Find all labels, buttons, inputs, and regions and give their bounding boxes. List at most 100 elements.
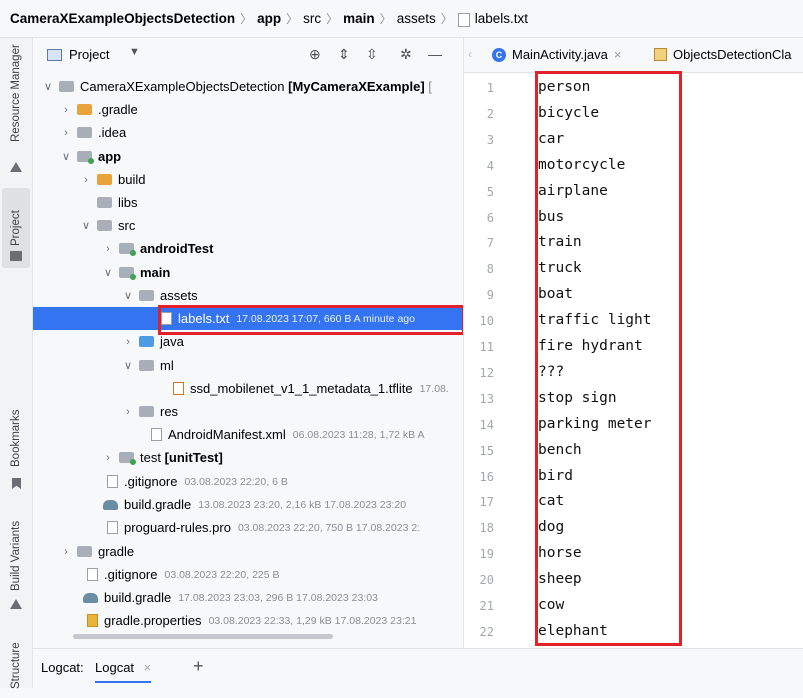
tree-item-gradle[interactable]: › gradle — [33, 540, 463, 563]
tab-logcat[interactable]: Logcat × — [95, 660, 152, 683]
breadcrumb-assets[interactable]: assets — [397, 11, 436, 26]
collapse-all-icon[interactable]: ⇳ — [366, 46, 378, 63]
tab-mainactivity[interactable]: C MainActivity.java × — [492, 47, 621, 62]
chevron-right-icon[interactable]: › — [121, 336, 135, 348]
breadcrumb-app[interactable]: app — [257, 11, 281, 26]
chevron-right-icon: 〉 — [440, 12, 453, 26]
gitignore-file-icon — [87, 568, 98, 581]
tree-item-label: androidTest — [140, 241, 214, 256]
resource-manager-tab[interactable]: Resource Manager — [2, 43, 30, 143]
line-number: 6 — [486, 210, 494, 225]
chevron-down-icon[interactable]: ∨ — [101, 266, 115, 279]
source-folder-icon — [119, 452, 136, 465]
tree-item-idea[interactable]: › .idea — [33, 121, 463, 144]
chevron-down-icon[interactable]: ∨ — [121, 289, 135, 302]
tab-objectsdetection[interactable]: ObjectsDetectionCla — [654, 47, 792, 62]
chevron-right-icon[interactable]: › — [59, 104, 73, 116]
tree-item-test[interactable]: › test [unitTest] — [33, 446, 463, 469]
tree-item-src[interactable]: ∨ src — [33, 214, 463, 237]
tree-item-label: app — [98, 149, 122, 164]
chevron-down-icon[interactable]: ∨ — [59, 150, 73, 163]
chevron-down-icon[interactable]: ∨ — [41, 80, 55, 93]
build-variants-tab[interactable]: Build Variants — [2, 508, 30, 603]
chevron-down-icon[interactable]: ▼ — [129, 46, 140, 58]
chevron-right-icon[interactable]: › — [121, 406, 135, 418]
tree-item-suffix: [ — [428, 79, 432, 94]
tree-item-app-build-gradle[interactable]: build.gradle 13.08.2023 23:20, 2,16 kB 17… — [33, 493, 463, 516]
breadcrumb-file[interactable]: labels.txt — [475, 11, 528, 26]
text-file-icon — [107, 521, 118, 534]
line-number: 10 — [479, 314, 494, 329]
chevron-down-icon[interactable]: ∨ — [79, 219, 93, 232]
tree-item-app[interactable]: ∨ app — [33, 145, 463, 168]
chevron-right-icon[interactable]: › — [59, 127, 73, 139]
logcat-toolbar: Logcat: Logcat × + — [33, 648, 803, 688]
chevron-right-icon[interactable]: › — [101, 452, 115, 464]
tree-item-build[interactable]: › build — [33, 168, 463, 191]
gear-icon[interactable]: ✲ — [400, 46, 412, 63]
chevron-left-icon[interactable]: ‹ — [468, 47, 472, 61]
line-number: 17 — [479, 495, 494, 510]
tree-item-gradle-dir[interactable]: › .gradle — [33, 98, 463, 121]
assets-folder-icon — [139, 290, 154, 301]
tree-item-label: build.gradle — [124, 497, 192, 512]
line-number-gutter: 1 2 3 4 5 6 7 8 9 10 11 12 13 14 15 16 17 18 19 20 21 22 — [464, 73, 514, 648]
close-icon[interactable]: × — [614, 47, 622, 62]
tree-item-manifest[interactable]: AndroidManifest.xml 06.08.2023 11:28, 1,7… — [33, 423, 463, 446]
breadcrumb-main[interactable]: main — [343, 11, 375, 26]
line-number: 11 — [479, 340, 494, 354]
tree-item-tflite[interactable]: ssd_mobilenet_v1_1_metadata_1.tflite 17.0… — [33, 377, 463, 400]
tree-item-proguard[interactable]: proguard-rules.pro 03.08.2023 22:20, 750 … — [33, 516, 463, 539]
project-view-selector[interactable]: Project — [69, 47, 109, 62]
tree-item-label: gradle — [98, 544, 135, 559]
tree-item-main[interactable]: ∨ main — [33, 261, 463, 284]
tree-item-label: test — [140, 450, 161, 465]
horizontal-scrollbar[interactable] — [33, 634, 453, 640]
line-number: 14 — [479, 417, 494, 432]
selected-file-highlight — [158, 305, 465, 335]
breadcrumb-project[interactable]: CameraXExampleObjectsDetection — [10, 11, 235, 26]
tree-item-label: build.gradle — [104, 590, 172, 605]
project-panel-header: Project ▼ ⊕ ⇕ ⇳ ✲ — — [33, 38, 463, 73]
structure-tab[interactable]: Structure — [2, 633, 30, 698]
tree-item-assets[interactable]: ∨ assets — [33, 284, 463, 307]
tree-item-libs[interactable]: libs — [33, 191, 463, 214]
chevron-right-icon: 〉 — [240, 12, 253, 26]
line-number: 1 — [486, 81, 494, 95]
tree-item-app-gitignore[interactable]: .gitignore 03.08.2023 22:20, 6 B — [33, 470, 463, 493]
text-file-icon — [457, 12, 470, 27]
tree-item-meta: 06.08.2023 11:28, 1,72 kB A — [292, 428, 425, 441]
chevron-down-icon[interactable]: ∨ — [121, 359, 135, 372]
tab-label: ObjectsDetectionCla — [673, 47, 792, 62]
tree-item-res[interactable]: › res — [33, 400, 463, 423]
tree-item-meta: 03.08.2023 22:20, 750 B 17.08.2023 2: — [237, 521, 421, 534]
folder-icon — [139, 336, 154, 347]
module-folder-icon — [77, 151, 94, 164]
tree-item-project-root[interactable]: ∨ CameraXExampleObjectsDetection [MyCame… — [33, 75, 463, 98]
expand-all-icon[interactable]: ⇕ — [338, 46, 350, 63]
locate-icon[interactable]: ⊕ — [309, 46, 321, 63]
tree-item-ml[interactable]: ∨ ml — [33, 354, 463, 377]
folder-icon — [59, 81, 74, 92]
bookmarks-tab[interactable]: Bookmarks — [2, 398, 30, 478]
tree-item-label: gradle.properties — [104, 613, 202, 628]
close-icon[interactable]: × — [144, 660, 152, 675]
bookmark-icon — [12, 478, 21, 489]
chevron-right-icon[interactable]: › — [59, 546, 73, 558]
folder-icon — [10, 251, 22, 261]
chevron-right-icon[interactable]: › — [101, 243, 115, 255]
tree-item-gradle-properties[interactable]: gradle.properties 03.08.2023 22:33, 1,29 … — [33, 609, 463, 632]
tree-item-root-gitignore[interactable]: .gitignore 03.08.2023 22:20, 225 B — [33, 563, 463, 586]
tree-item-androidtest[interactable]: › androidTest — [33, 237, 463, 260]
line-number: 3 — [486, 132, 494, 147]
folder-icon — [97, 220, 112, 231]
minimize-icon[interactable]: — — [428, 46, 442, 62]
chevron-right-icon[interactable]: › — [79, 174, 93, 186]
tree-item-meta: 13.08.2023 23:20, 2,16 kB 17.08.2023 23:… — [198, 498, 407, 511]
breadcrumb-src[interactable]: src — [303, 11, 321, 26]
tree-item-root-build-gradle[interactable]: build.gradle 17.08.2023 23:03, 296 B 17.0… — [33, 586, 463, 609]
line-number: 12 — [479, 365, 494, 380]
tree-item-label: src — [118, 218, 136, 233]
scrollbar-thumb[interactable] — [73, 634, 333, 639]
add-icon[interactable]: + — [193, 656, 204, 677]
